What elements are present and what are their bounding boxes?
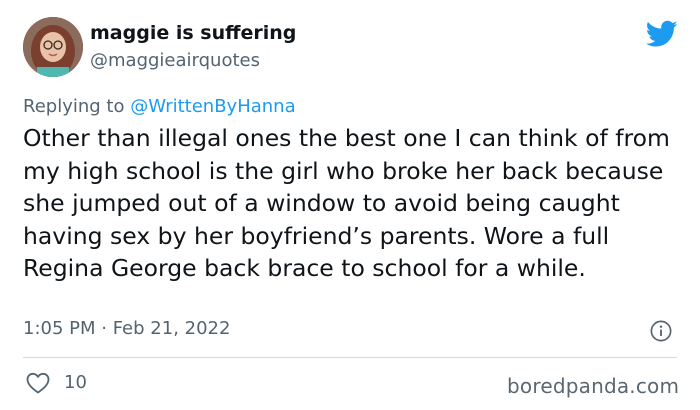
like-count: 10 [64,372,87,393]
tweet-timestamp[interactable]: 1:05 PM · Feb 21, 2022 [23,318,230,339]
reply-mention-link[interactable]: @WrittenByHanna [130,96,295,117]
info-icon[interactable] [650,320,672,342]
divider [23,357,677,358]
reply-prefix: Replying to [23,96,131,117]
tweet-text: Other than illegal ones the best one I c… [23,124,670,282]
avatar[interactable] [23,17,83,77]
watermark: boredpanda.com [507,374,680,398]
author-handle[interactable]: @maggieairquotes [90,50,260,71]
heart-icon[interactable] [26,372,50,394]
avatar-image [23,17,83,77]
twitter-bird-icon[interactable] [646,20,678,48]
author-display-name[interactable]: maggie is suffering [90,22,296,44]
reply-context: Replying to @WrittenByHanna [23,96,296,117]
